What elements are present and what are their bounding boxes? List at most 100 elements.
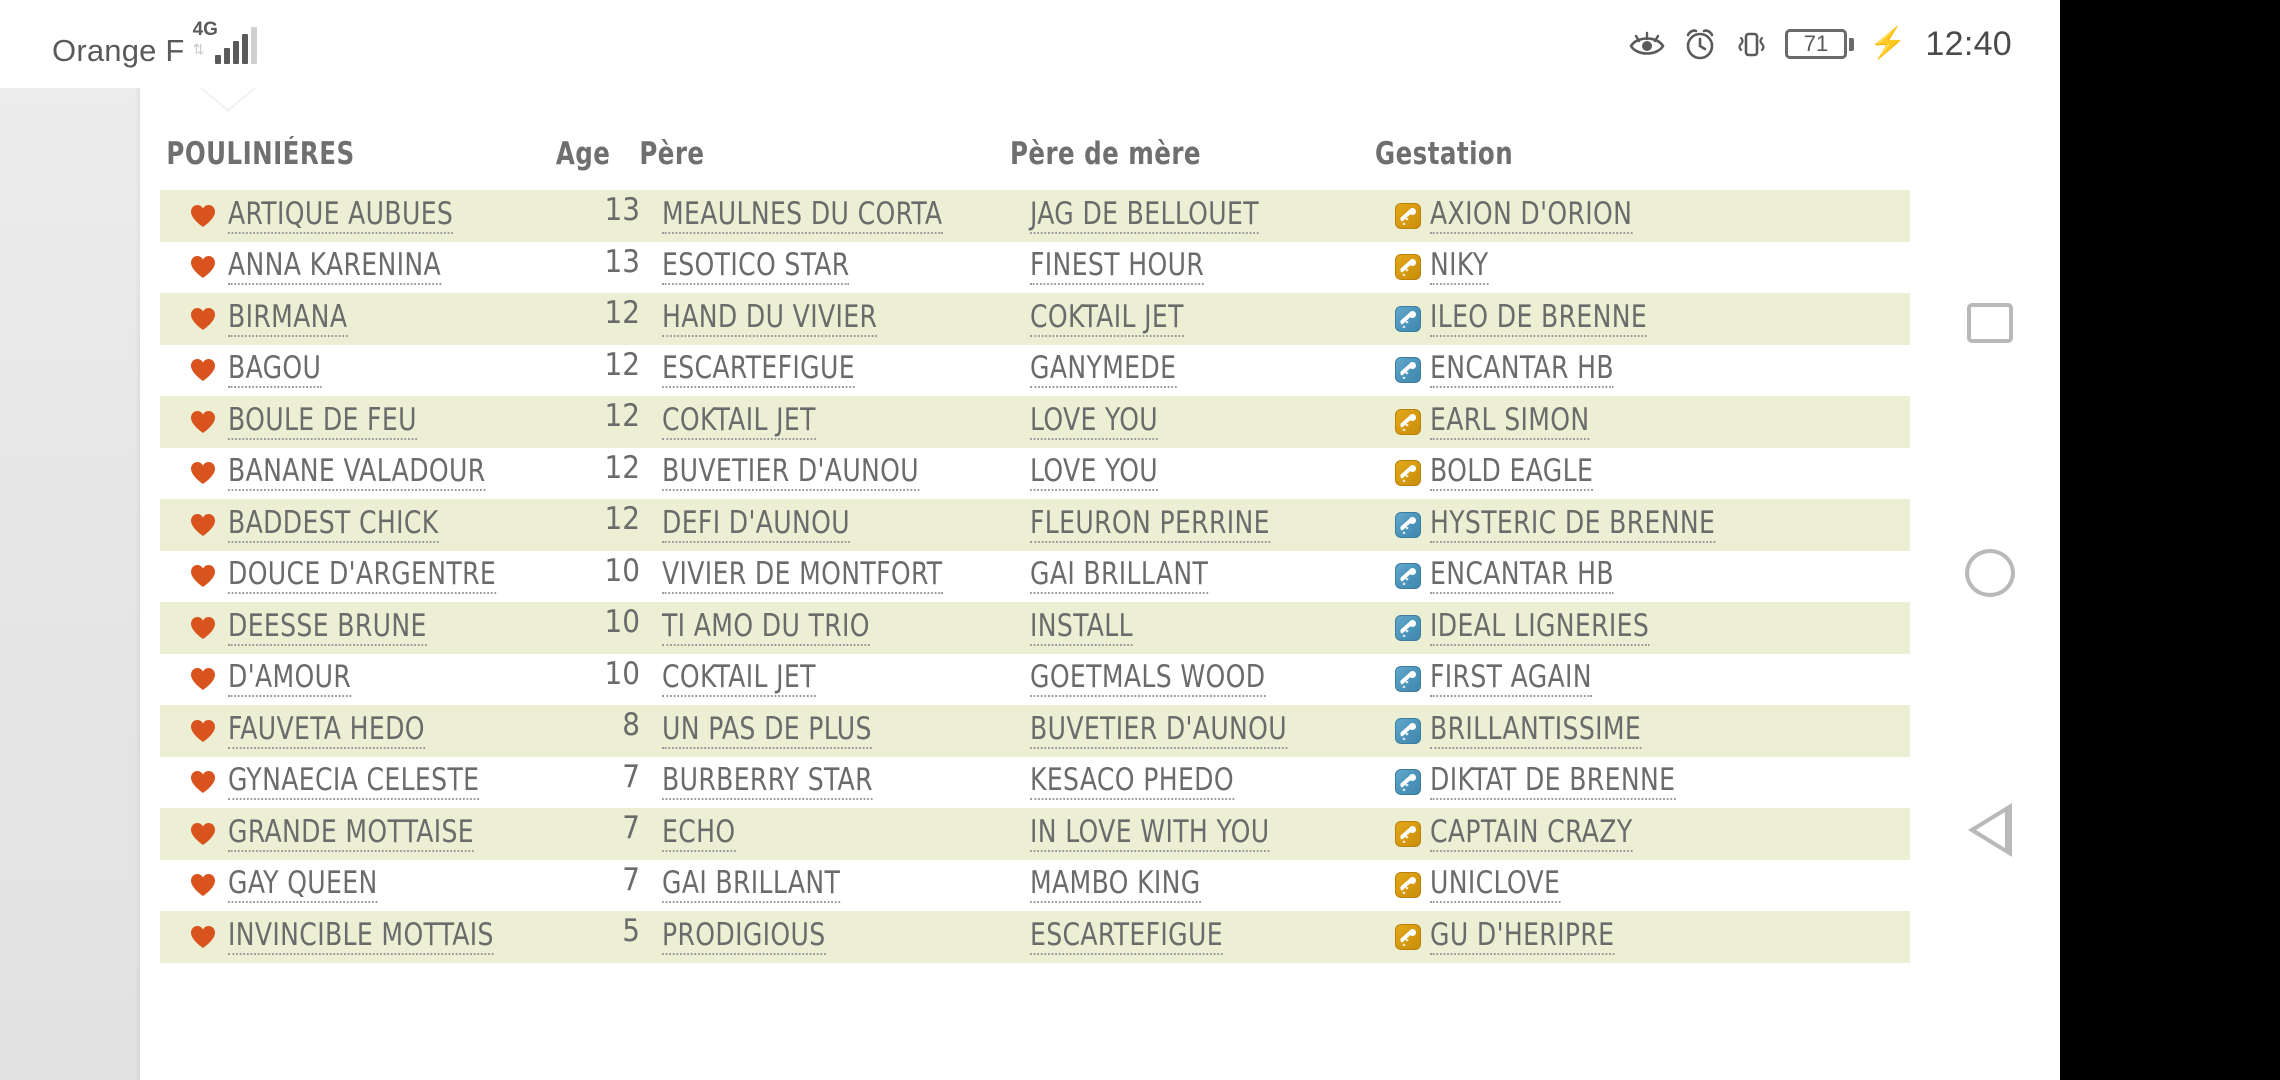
sire-name[interactable]: COKTAIL JET [662,661,816,698]
cell-name[interactable]: BADDEST CHICK [160,499,560,551]
cell-pere[interactable]: HAND DU VIVIER [640,293,1030,345]
table-row[interactable]: GRANDE MOTTAISE 7 ECHO IN LOVE WITH YOU CAPT… [160,808,1910,860]
damsire-name[interactable]: FLEURON PERRINE [1030,507,1270,543]
cell-pere-de-mere[interactable]: FLEURON PERRINE [1030,499,1395,551]
cell-pere[interactable]: BURBERRY STAR [640,757,1030,809]
sire-name[interactable]: COKTAIL JET [662,404,816,440]
table-row[interactable]: INVINCIBLE MOTTAIS 5 PRODIGIOUS ESCARTEFIGU… [160,911,1910,963]
cell-gestation[interactable]: ENCANTAR HB [1395,345,1910,397]
cell-gestation[interactable]: FIRST AGAIN [1395,654,1910,706]
cell-gestation[interactable]: AXION D'ORION [1395,190,1910,242]
column-header-gestation[interactable]: Gestation [1375,136,1863,172]
cell-gestation[interactable]: DIKTAT DE BRENNE [1395,757,1910,809]
cell-pere[interactable]: ESOTICO STAR [640,242,1030,294]
gestation-sire-name[interactable]: ENCANTAR HB [1430,558,1614,595]
mare-name[interactable]: BIRMANA [228,301,348,337]
cell-pere-de-mere[interactable]: GANYMEDE [1030,345,1395,397]
mare-name[interactable]: BANANE VALADOUR [228,455,486,492]
cell-pere[interactable]: COKTAIL JET [640,396,1030,448]
heart-icon[interactable] [190,616,216,640]
table-row[interactable]: BANANE VALADOUR 12 BUVETIER D'AUNOU LOVE YO… [160,447,1910,500]
home-icon[interactable] [1965,549,2015,597]
mare-name[interactable]: BAGOU [228,352,322,389]
cell-gestation[interactable]: UNICLOVE [1395,860,1910,912]
sire-name[interactable]: BUVETIER D'AUNOU [662,455,920,492]
cell-pere-de-mere[interactable]: LOVE YOU [1030,448,1395,500]
sire-name[interactable]: ECHO [662,816,736,852]
cell-pere-de-mere[interactable]: FINEST HOUR [1030,242,1395,294]
cell-pere[interactable]: ESCARTEFIGUE [640,345,1030,397]
cell-pere-de-mere[interactable]: GOETMALS WOOD [1030,654,1395,706]
cell-pere[interactable]: COKTAIL JET [640,654,1030,706]
gestation-sire-name[interactable]: EARL SIMON [1430,404,1590,440]
heart-icon[interactable] [190,770,216,794]
table-row[interactable]: FAUVETA HEDO 8 UN PAS DE PLUS BUVETIER D'AU… [160,705,1910,757]
cell-pere-de-mere[interactable]: COKTAIL JET [1030,293,1395,345]
table-row[interactable]: DEESSE BRUNE 10 TI AMO DU TRIO INSTALL IDEAL… [160,602,1910,654]
cell-pere[interactable]: DEFI D'AUNOU [640,499,1030,551]
cell-pere-de-mere[interactable]: INSTALL [1030,602,1395,654]
cell-name[interactable]: DEESSE BRUNE [160,602,560,654]
sire-name[interactable]: ESOTICO STAR [662,249,850,286]
cell-pere[interactable]: GAI BRILLANT [640,860,1030,912]
mare-name[interactable]: GYNAECIA CELESTE [228,764,480,801]
sire-name[interactable]: UN PAS DE PLUS [662,713,872,749]
heart-icon[interactable] [190,667,216,691]
cell-pere[interactable]: ECHO [640,808,1030,860]
mare-name[interactable]: ARTIQUE AUBUES [228,198,454,234]
gestation-sire-name[interactable]: AXION D'ORION [1430,198,1633,234]
cell-pere-de-mere[interactable]: ESCARTEFIGUE [1030,911,1395,963]
column-header-pere[interactable]: Père [620,136,963,172]
heart-icon[interactable] [190,255,216,279]
damsire-name[interactable]: KESACO PHEDO [1030,764,1234,801]
cell-name[interactable]: GYNAECIA CELESTE [160,757,560,809]
gestation-sire-name[interactable]: UNICLOVE [1430,867,1561,904]
damsire-name[interactable]: IN LOVE WITH YOU [1030,816,1270,852]
cell-name[interactable]: BAGOU [160,345,560,397]
heart-icon[interactable] [190,564,216,588]
damsire-name[interactable]: FINEST HOUR [1030,249,1205,286]
damsire-name[interactable]: BUVETIER D'AUNOU [1030,713,1288,749]
mare-name[interactable]: D'AMOUR [228,661,352,698]
mare-name[interactable]: DEESSE BRUNE [228,610,427,646]
cell-pere-de-mere[interactable]: LOVE YOU [1030,396,1395,448]
gestation-sire-name[interactable]: FIRST AGAIN [1430,661,1592,698]
sire-name[interactable]: VIVIER DE MONTFORT [662,558,943,595]
cell-pere[interactable]: VIVIER DE MONTFORT [640,551,1030,603]
cell-gestation[interactable]: NIKY [1395,242,1910,294]
damsire-name[interactable]: GANYMEDE [1030,352,1177,389]
cell-pere[interactable]: PRODIGIOUS [640,911,1030,963]
heart-icon[interactable] [190,358,216,382]
table-row[interactable]: GYNAECIA CELESTE 7 BURBERRY STAR KESACO PHE… [160,756,1910,809]
cell-gestation[interactable]: GU D'HERIPRE [1395,911,1910,963]
cell-gestation[interactable]: IDEAL LIGNERIES [1395,602,1910,654]
heart-icon[interactable] [190,307,216,331]
damsire-name[interactable]: LOVE YOU [1030,404,1159,440]
cell-pere-de-mere[interactable]: MAMBO KING [1030,860,1395,912]
damsire-name[interactable]: LOVE YOU [1030,455,1159,492]
mare-name[interactable]: DOUCE D'ARGENTRE [228,558,497,595]
heart-icon[interactable] [190,204,216,228]
damsire-name[interactable]: INSTALL [1030,610,1133,646]
recents-icon[interactable] [1967,303,2013,343]
cell-name[interactable]: BOULE DE FEU [160,396,560,448]
column-header-pere-de-mere[interactable]: Père de mère [1010,136,1331,172]
sire-name[interactable]: DEFI D'AUNOU [662,507,850,543]
cell-gestation[interactable]: CAPTAIN CRAZY [1395,808,1910,860]
gestation-sire-name[interactable]: ILEO DE BRENNE [1430,301,1648,337]
gestation-sire-name[interactable]: BOLD EAGLE [1430,455,1594,492]
table-row[interactable]: BIRMANA 12 HAND DU VIVIER COKTAIL JET ILEO D… [160,293,1910,345]
table-row[interactable]: ARTIQUE AUBUES 13 MEAULNES DU CORTA JAG DE … [160,190,1910,242]
cell-name[interactable]: D'AMOUR [160,654,560,706]
table-row[interactable]: BAGOU 12 ESCARTEFIGUE GANYMEDE ENCANTAR HB [160,344,1910,397]
cell-pere[interactable]: UN PAS DE PLUS [640,705,1030,757]
cell-pere[interactable]: TI AMO DU TRIO [640,602,1030,654]
mare-name[interactable]: GAY QUEEN [228,867,378,904]
damsire-name[interactable]: ESCARTEFIGUE [1030,919,1223,955]
heart-icon[interactable] [190,925,216,949]
damsire-name[interactable]: COKTAIL JET [1030,301,1184,337]
cell-gestation[interactable]: ENCANTAR HB [1395,551,1910,603]
cell-gestation[interactable]: BRILLANTISSIME [1395,705,1910,757]
cell-name[interactable]: BANANE VALADOUR [160,448,560,500]
sire-name[interactable]: GAI BRILLANT [662,867,841,904]
